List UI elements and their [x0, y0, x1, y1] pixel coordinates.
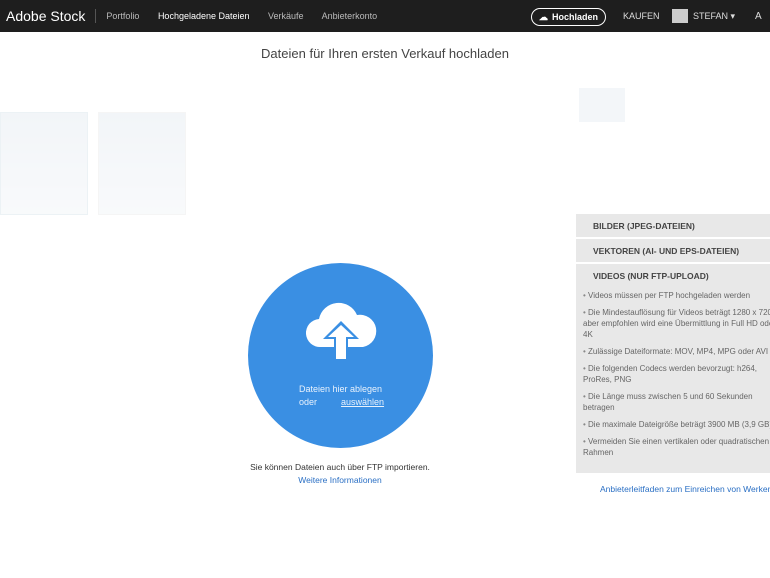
main-nav: Portfolio Hochgeladene Dateien Verkäufe … — [106, 11, 393, 21]
cloud-upload-icon — [305, 302, 377, 359]
dialog-title: Dateien für Ihren ersten Verkauf hochlad… — [261, 46, 509, 61]
drop-instructions: Dateien hier ablegen oder auswählen — [299, 383, 384, 409]
rule: Videos müssen per FTP hochgeladen werden — [576, 287, 770, 304]
nav-portfolio[interactable]: Portfolio — [106, 11, 139, 21]
thumbnail — [0, 112, 88, 215]
buy-link[interactable]: KAUFEN — [623, 11, 660, 21]
brand-logo[interactable]: Adobe Stock — [6, 8, 85, 24]
drop-text: Dateien hier ablegen — [299, 384, 383, 394]
cloud-upload-icon: ☁ — [538, 11, 548, 22]
rule: Zulässige Dateiformate: MOV, MP4, MPG od… — [576, 343, 770, 360]
rule: Die Mindestauflösung für Videos beträgt … — [576, 304, 770, 343]
file-requirements-panel: BILDER (JPEG-DATEIEN) VEKTOREN (AI- UND … — [576, 214, 770, 473]
more-info-link[interactable]: Weitere Informationen — [0, 475, 680, 485]
upload-button[interactable]: ☁ Hochladen — [531, 8, 606, 26]
video-rules: Videos müssen per FTP hochgeladen werden… — [576, 287, 770, 473]
select-files-link[interactable]: auswählen — [341, 397, 384, 407]
adobe-logo-icon[interactable]: A — [755, 11, 762, 22]
section-vectors[interactable]: VEKTOREN (AI- UND EPS-DATEIEN) — [576, 239, 770, 262]
upload-label: Hochladen — [551, 12, 598, 22]
rule: Die maximale Dateigröße beträgt 3900 MB … — [576, 416, 770, 433]
rule: Vermeiden Sie einen vertikalen oder quad… — [576, 433, 770, 461]
nav-sales[interactable]: Verkäufe — [268, 11, 304, 21]
avatar[interactable] — [672, 9, 688, 23]
contributor-guide-link[interactable]: Anbieterleitfaden zum Einreichen von Wer… — [600, 484, 770, 494]
rule: Die folgenden Codecs werden bevorzugt: h… — [576, 360, 770, 388]
top-bar: Adobe Stock Portfolio Hochgeladene Datei… — [0, 0, 770, 32]
rule: Die Länge muss zwischen 5 und 60 Sekunde… — [576, 388, 770, 416]
thumbnail — [579, 88, 625, 122]
nav-uploaded-files[interactable]: Hochgeladene Dateien — [158, 11, 250, 21]
ftp-text: Sie können Dateien auch über FTP importi… — [250, 462, 430, 472]
nav-account[interactable]: Anbieterkonto — [322, 11, 378, 21]
user-menu[interactable]: STEFAN ▾ — [693, 11, 735, 22]
or-text: oder — [299, 397, 318, 407]
section-videos[interactable]: VIDEOS (NUR FTP-UPLOAD) — [576, 264, 770, 287]
drop-zone[interactable]: Dateien hier ablegen oder auswählen — [248, 263, 433, 448]
section-images[interactable]: BILDER (JPEG-DATEIEN) — [576, 214, 770, 237]
thumbnail — [98, 112, 186, 215]
divider — [95, 9, 97, 23]
